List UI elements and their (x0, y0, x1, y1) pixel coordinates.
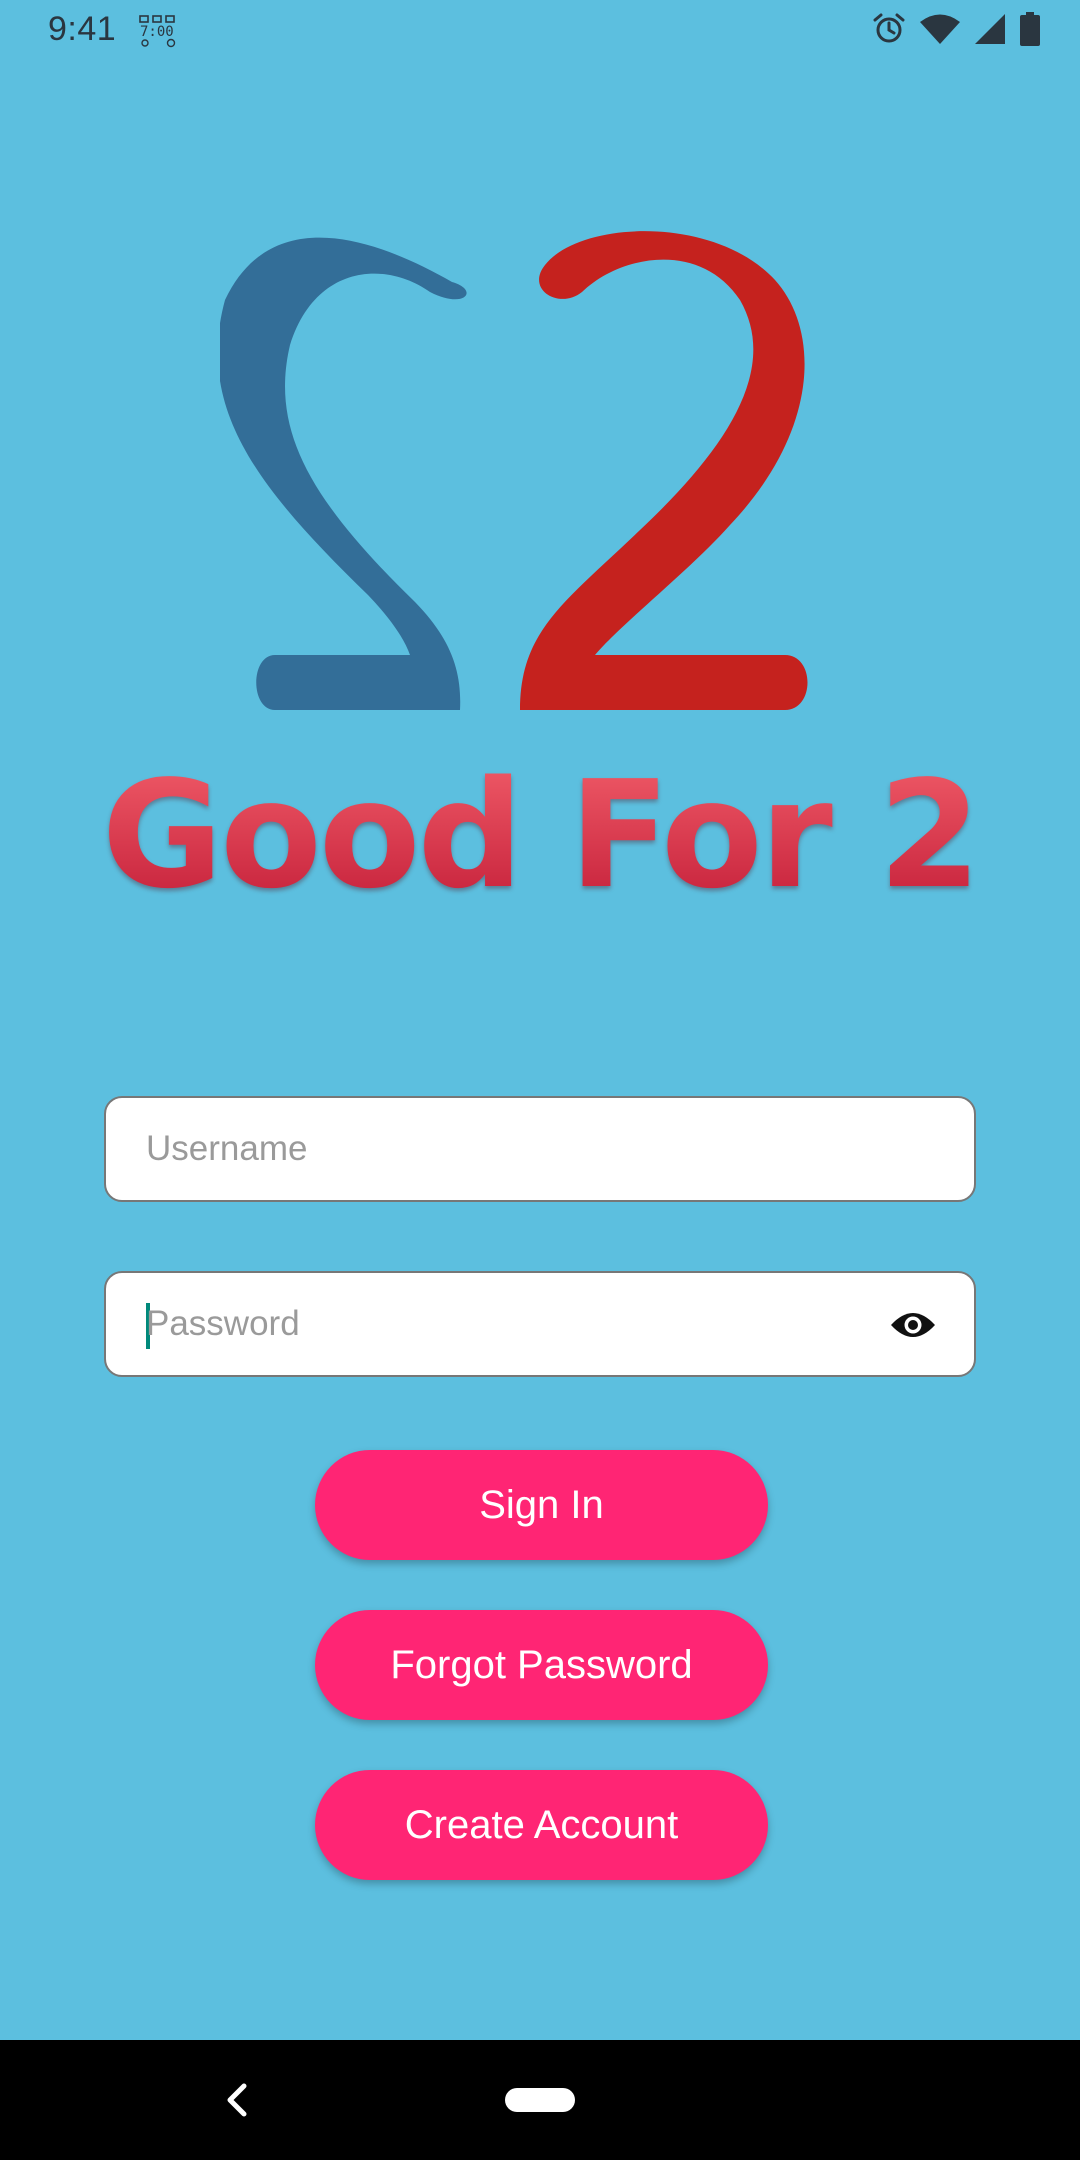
signal-icon (975, 14, 1005, 44)
wifi-icon (920, 14, 960, 44)
status-bar: 9:41 7:00 (0, 0, 1080, 60)
back-icon[interactable] (222, 2082, 252, 2118)
navigation-bar (0, 2040, 1080, 2160)
eye-icon[interactable] (890, 1307, 936, 1343)
notification-icon: 7:00 (139, 15, 176, 48)
create-account-button[interactable]: Create Account (315, 1770, 768, 1880)
password-field[interactable] (104, 1271, 976, 1377)
forgot-password-button[interactable]: Forgot Password (315, 1610, 768, 1720)
home-pill[interactable] (505, 2088, 575, 2112)
username-input[interactable] (146, 1098, 906, 1200)
svg-text:7:00: 7:00 (140, 24, 174, 40)
battery-icon (1020, 12, 1040, 46)
status-icons (872, 12, 1040, 46)
logo-hearts-icon (220, 231, 808, 710)
username-field[interactable] (104, 1096, 976, 1202)
sign-in-button[interactable]: Sign In (315, 1450, 768, 1560)
alarm-icon (873, 13, 905, 43)
status-time: 9:41 (48, 10, 117, 48)
password-input[interactable] (146, 1273, 906, 1375)
brand-title: Good For 2 (0, 760, 1080, 910)
